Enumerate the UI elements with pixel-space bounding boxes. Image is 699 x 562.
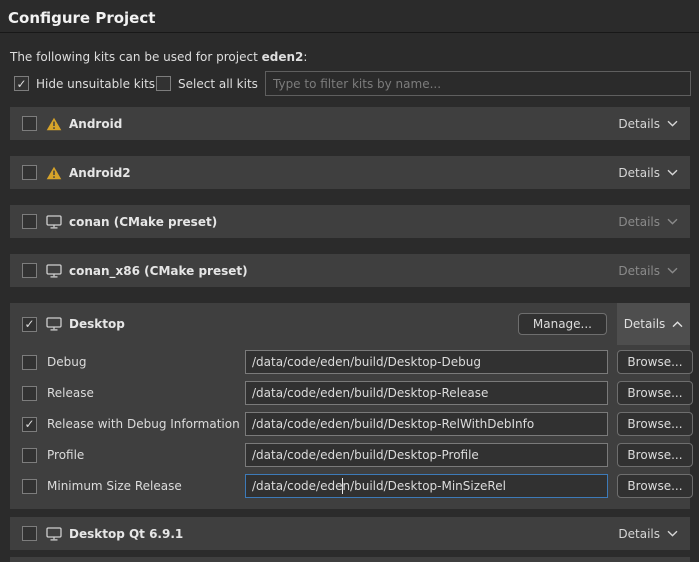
chevron-down-icon bbox=[667, 218, 678, 225]
config-checkbox[interactable] bbox=[22, 355, 37, 370]
build-config-row-debug: Debug Browse... bbox=[22, 350, 682, 374]
kit-name: Desktop bbox=[69, 317, 125, 331]
kit-row-desktop-expanded: Desktop Manage... Details Debug Browse..… bbox=[10, 303, 690, 509]
kit-checkbox[interactable] bbox=[22, 116, 37, 131]
kit-name: Android bbox=[69, 117, 122, 131]
kit-name: conan_x86 (CMake preset) bbox=[69, 264, 248, 278]
checkbox-checked-icon[interactable] bbox=[14, 76, 29, 91]
build-config-row-minsizerel: Minimum Size Release Browse... bbox=[22, 474, 682, 498]
details-label: Details bbox=[618, 527, 660, 541]
desktop-icon bbox=[46, 215, 62, 229]
kit-row-conan-x86: conan_x86 (CMake preset) Details bbox=[10, 254, 690, 287]
hide-unsuitable-kits-label: Hide unsuitable kits bbox=[36, 77, 155, 91]
browse-button[interactable]: Browse... bbox=[617, 381, 693, 405]
kit-name: Desktop Qt 6.9.1 bbox=[69, 527, 183, 541]
details-button-expanded[interactable]: Details bbox=[617, 303, 690, 345]
page-title: Configure Project bbox=[8, 9, 155, 27]
kit-row-android2: Android2 Details bbox=[10, 156, 690, 189]
kit-checkbox[interactable] bbox=[22, 263, 37, 278]
details-button[interactable]: Details bbox=[618, 527, 678, 541]
kit-row-conan: conan (CMake preset) Details bbox=[10, 205, 690, 238]
manage-button[interactable]: Manage... bbox=[518, 313, 607, 335]
kit-name: Android2 bbox=[69, 166, 131, 180]
browse-button[interactable]: Browse... bbox=[617, 350, 693, 374]
config-checkbox[interactable] bbox=[22, 386, 37, 401]
kit-checkbox[interactable] bbox=[22, 214, 37, 229]
checkbox-unchecked-icon[interactable] bbox=[156, 76, 171, 91]
chevron-up-icon bbox=[672, 321, 683, 328]
details-button[interactable]: Details bbox=[618, 117, 678, 131]
desktop-kit-header: Desktop Manage... Details bbox=[10, 303, 690, 345]
browse-button[interactable]: Browse... bbox=[617, 443, 693, 467]
hide-unsuitable-kits-checkbox[interactable]: Hide unsuitable kits bbox=[14, 76, 155, 91]
config-label: Release bbox=[47, 386, 245, 400]
config-checkbox[interactable] bbox=[22, 417, 37, 432]
config-label: Minimum Size Release bbox=[47, 479, 245, 493]
config-checkbox[interactable] bbox=[22, 448, 37, 463]
kit-checkbox[interactable] bbox=[22, 526, 37, 541]
browse-button[interactable]: Browse... bbox=[617, 412, 693, 436]
intro-text: The following kits can be used for proje… bbox=[10, 50, 307, 64]
kit-row-android: Android Details bbox=[10, 107, 690, 140]
details-label: Details bbox=[618, 117, 660, 131]
kit-name: conan (CMake preset) bbox=[69, 215, 217, 229]
chevron-down-icon bbox=[667, 169, 678, 176]
build-config-row-profile: Profile Browse... bbox=[22, 443, 682, 467]
config-label: Debug bbox=[47, 355, 245, 369]
build-dir-input[interactable] bbox=[245, 381, 608, 405]
chevron-down-icon bbox=[667, 530, 678, 537]
build-config-row-release: Release Browse... bbox=[22, 381, 682, 405]
browse-button[interactable]: Browse... bbox=[617, 474, 693, 498]
intro-prefix: The following kits can be used for proje… bbox=[10, 50, 262, 64]
details-button[interactable]: Details bbox=[618, 166, 678, 180]
warning-icon bbox=[46, 166, 62, 180]
details-button: Details bbox=[618, 215, 678, 229]
chevron-down-icon bbox=[667, 120, 678, 127]
config-checkbox[interactable] bbox=[22, 479, 37, 494]
build-dir-input[interactable] bbox=[245, 443, 608, 467]
details-button: Details bbox=[618, 264, 678, 278]
header-divider bbox=[0, 32, 699, 33]
build-dir-input[interactable] bbox=[245, 350, 608, 374]
select-all-kits-label: Select all kits bbox=[178, 77, 258, 91]
details-label: Details bbox=[618, 264, 660, 278]
project-name: eden2 bbox=[262, 50, 304, 64]
desktop-icon bbox=[46, 527, 62, 541]
config-label: Profile bbox=[47, 448, 245, 462]
kit-row-desktop-qt: Desktop Qt 6.9.1 Details bbox=[10, 517, 690, 550]
build-dir-input[interactable] bbox=[245, 412, 608, 436]
config-label: Release with Debug Information bbox=[47, 417, 245, 431]
details-label: Details bbox=[624, 317, 666, 331]
details-label: Details bbox=[618, 215, 660, 229]
desktop-icon bbox=[46, 317, 62, 331]
build-config-row-relwithdebinfo: Release with Debug Information Browse... bbox=[22, 412, 682, 436]
text-caret bbox=[342, 478, 343, 494]
intro-suffix: : bbox=[303, 50, 307, 64]
build-dir-input-focused[interactable] bbox=[245, 474, 608, 498]
kit-checkbox[interactable] bbox=[22, 165, 37, 180]
desktop-icon bbox=[46, 264, 62, 278]
details-label: Details bbox=[618, 166, 660, 180]
kit-checkbox[interactable] bbox=[22, 317, 37, 332]
select-all-kits-checkbox[interactable]: Select all kits bbox=[156, 76, 258, 91]
partial-next-kit-row bbox=[10, 557, 690, 562]
warning-icon bbox=[46, 117, 62, 131]
kit-filter-input[interactable] bbox=[265, 71, 691, 96]
chevron-down-icon bbox=[667, 267, 678, 274]
